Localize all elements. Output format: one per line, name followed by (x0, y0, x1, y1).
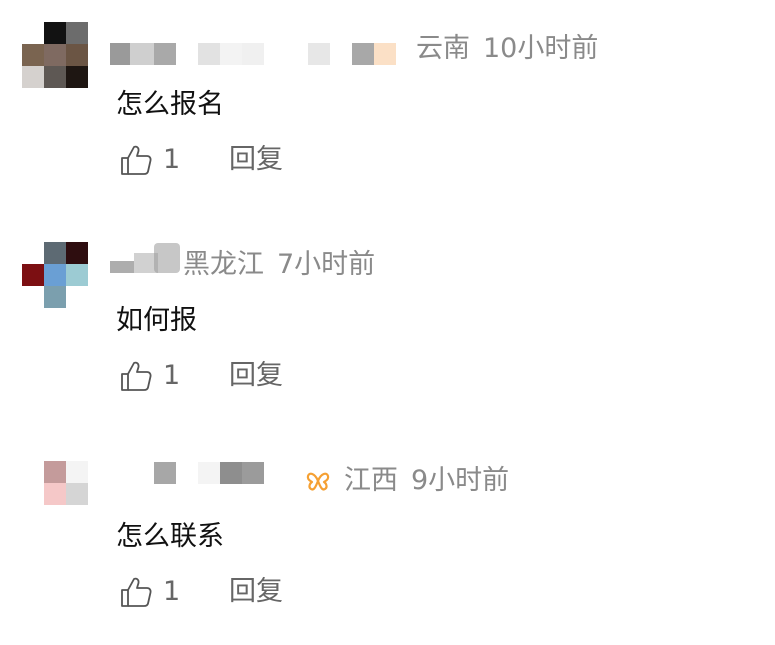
thumbs-up-icon[interactable] (119, 575, 153, 609)
comment-item: 江西 9小时前 怎么联系 1 回复 (0, 0, 775, 607)
thumbs-up-icon[interactable] (119, 359, 153, 393)
avatar[interactable] (22, 242, 88, 308)
comment-meta: 江西 9小时前 (344, 465, 522, 497)
comment-actions: 1 回复 (119, 359, 419, 395)
comment-text: 如何报 (116, 305, 197, 336)
location-label: 黑龙江 (183, 249, 264, 280)
timestamp: 9小时前 (411, 465, 510, 496)
reply-button[interactable]: 回复 (229, 575, 283, 609)
timestamp: 7小时前 (277, 249, 376, 280)
reply-button[interactable]: 回复 (229, 359, 283, 393)
comment-meta: 黑龙江 7小时前 (183, 249, 388, 281)
avatar[interactable] (22, 461, 88, 527)
butterfly-icon (306, 472, 330, 491)
like-count: 1 (163, 576, 181, 607)
location-label: 江西 (344, 465, 398, 496)
username-blurred[interactable] (150, 462, 270, 484)
comment-actions: 1 回复 (119, 575, 419, 611)
like-count: 1 (163, 360, 181, 391)
comment-text: 怎么联系 (116, 521, 224, 552)
username-blurred[interactable] (110, 243, 182, 273)
